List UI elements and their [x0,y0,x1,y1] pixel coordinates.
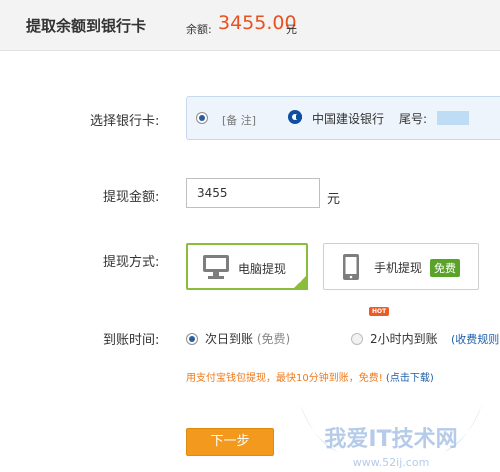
promo-message: 用支付宝钱包提现，最快10分钟到账，免费! [186,373,386,384]
bank-card-note[interactable]: [备 注] [222,112,256,128]
mobile-phone-icon [343,254,359,280]
method-option-label: 手机提现 [374,261,423,275]
method-option-pc[interactable]: 电脑提现 ✔ [186,243,308,290]
arrival-2h-radio[interactable] [351,333,363,345]
download-link[interactable]: (点击下载) [386,373,434,384]
bank-name: 中国建设银行 [312,112,385,126]
page-title: 提取余额到银行卡 [26,17,147,35]
bank-card-label: 选择银行卡: [90,114,160,129]
watermark-title: 我爱IT技术网 [324,427,457,452]
page-header: 提取余额到银行卡 余额: 3455.00 元 [0,0,500,51]
arrival-label: 到账时间: [103,333,160,348]
arrival-next-day-radio[interactable] [186,333,198,345]
arrival-option-label: 次日到账 [205,332,254,346]
promo-text: 用支付宝钱包提现，最快10分钟到账，免费! (点击下载) [186,369,434,384]
free-badge: 免费 [430,259,460,277]
balance-amount: 3455.00 [218,12,297,34]
arrival-option-next-day[interactable]: 次日到账 (免费) [205,330,290,347]
card-tail-label: 尾号: [399,112,428,126]
check-icon: ✔ [297,276,305,286]
method-option-mobile[interactable]: 手机提现 免费 [323,243,479,290]
amount-label: 提现金额: [103,190,160,205]
arrival-option-label: 2小时内到账 [370,332,438,346]
bank-card-radio[interactable] [196,112,208,124]
amount-input[interactable] [186,178,320,208]
ccb-bank-icon [288,110,302,124]
method-option-label: 电脑提现 [238,262,287,276]
next-step-button[interactable]: 下一步 [186,428,274,456]
monitor-icon [203,255,229,279]
arrival-option-sub: (免费) [256,332,291,346]
amount-unit: 元 [327,192,341,207]
watermark-url: www.52ij.com [353,456,430,469]
card-tail-number-masked [437,111,469,125]
balance-unit: 元 [286,23,297,36]
method-label: 提现方式: [103,255,160,270]
balance-label: 余额: [186,23,212,36]
arrival-option-2h[interactable]: 2小时内到账 [370,330,438,347]
site-watermark: 我爱IT技术网 www.52ij.com [300,404,482,469]
hot-badge: HOT [369,307,390,316]
fee-rules-link[interactable]: (收费规则 [451,331,499,347]
